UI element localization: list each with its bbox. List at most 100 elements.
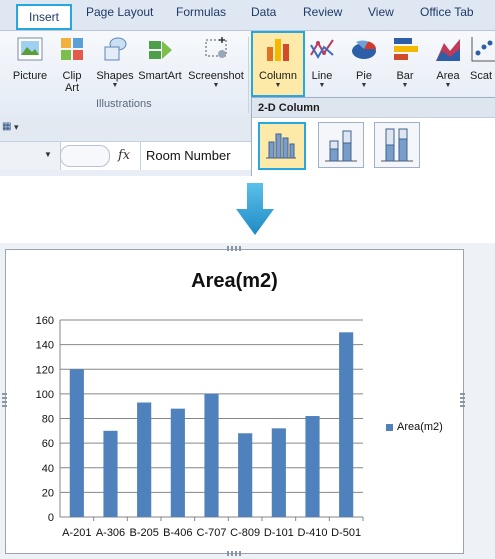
clip-art-label-line2: Art (64, 82, 80, 94)
bar-chart-button[interactable]: Bar ▼ (387, 35, 423, 89)
resize-handle-left[interactable] (2, 393, 7, 407)
y-tick-label: 160 (36, 315, 54, 327)
y-tick-label: 40 (42, 463, 54, 475)
scatter-label: Scat (470, 70, 493, 82)
column-dropdown-icon: ▼ (274, 82, 282, 89)
x-tick-label: C-809 (230, 527, 260, 539)
formula-divider (140, 142, 141, 170)
x-tick-label: B-406 (163, 527, 192, 539)
tab-formulas[interactable]: Formulas (176, 5, 226, 19)
screenshot-label: Screenshot (188, 70, 244, 82)
legend-label: Area(m2) (397, 421, 443, 433)
clip-art-icon (61, 38, 83, 60)
name-box-dropdown-icon: ▼ (44, 150, 52, 159)
clip-art-button[interactable]: Clip Art (56, 35, 88, 94)
screenshot-button[interactable]: Screenshot ▼ (186, 35, 246, 89)
column-chart[interactable]: 0 20 40 60 80 100 120 140 160 A-201 A-306 B-205 B-40… (6, 250, 463, 553)
x-tick-label: D-501 (331, 527, 361, 539)
legend-swatch (386, 423, 393, 431)
chart-bar (339, 332, 354, 517)
pie-label: Pie (356, 70, 372, 82)
sheet-grid-icon: ▦ (2, 121, 12, 132)
line-dropdown-icon: ▼ (318, 82, 326, 89)
formula-bar-expander[interactable] (60, 145, 110, 167)
chart-screenshot: Area(m2) 0 20 40 60 80 100 120 140 160 A-201 A-306… (0, 243, 495, 559)
smartart-label: SmartArt (138, 70, 182, 82)
column-chart-icon (267, 39, 289, 61)
column-button[interactable]: Column ▼ (253, 35, 303, 89)
x-tick-label: A-201 (62, 527, 91, 539)
y-tick-label: 80 (42, 414, 54, 426)
formula-bar: ▼ fx Room Number (0, 141, 252, 170)
y-tick-label: 60 (42, 438, 54, 450)
picture-button[interactable]: Picture (10, 35, 50, 82)
area-label: Area (436, 70, 460, 82)
chart-bar (170, 408, 185, 517)
area-chart-button[interactable]: Area ▼ (429, 35, 467, 89)
chart-area[interactable]: Area(m2) 0 20 40 60 80 100 120 140 160 A-201 A-306… (5, 249, 464, 554)
scatter-chart-icon (471, 37, 495, 62)
formula-input[interactable]: Room Number (146, 148, 231, 163)
stacked-column-option[interactable] (318, 122, 364, 168)
x-tick-label: D-410 (298, 527, 328, 539)
column-chart-gallery: 2-D Column (251, 97, 495, 176)
chart-bar (271, 428, 286, 517)
y-tick-label: 140 (36, 340, 54, 352)
stacked-column-icon (325, 130, 357, 162)
chart-bar (137, 402, 152, 517)
area-chart-icon (436, 39, 460, 61)
resize-handle-top[interactable] (227, 246, 241, 251)
shapes-button[interactable]: Shapes ▼ (94, 35, 136, 89)
x-tick-label: C-707 (197, 527, 227, 539)
y-tick-label: 0 (48, 512, 54, 524)
chart-bar (204, 393, 219, 517)
tab-review[interactable]: Review (303, 5, 342, 19)
percent-stacked-column-option[interactable] (374, 122, 420, 168)
insert-function-icon[interactable]: fx (118, 148, 130, 163)
picture-label: Picture (12, 70, 48, 82)
x-tick-label: D-101 (264, 527, 294, 539)
column-label: Column (259, 70, 297, 82)
screenshot-icon (205, 37, 227, 58)
quick-access-strip: ▦ ▾ (0, 115, 252, 142)
smartart-button[interactable]: SmartArt (137, 35, 183, 82)
chart-legend[interactable]: Area(m2) (386, 421, 443, 433)
resize-handle-right[interactable] (460, 393, 465, 407)
tab-view[interactable]: View (368, 5, 394, 19)
percent-stacked-column-icon (381, 128, 413, 162)
y-tick-label: 120 (36, 364, 54, 376)
tab-data[interactable]: Data (251, 5, 276, 19)
chart-bar (305, 416, 320, 517)
y-tick-label: 20 (42, 487, 54, 499)
tab-page-layout[interactable]: Page Layout (86, 5, 153, 19)
clip-art-label-line1: Clip (62, 70, 82, 82)
down-arrow-icon (236, 183, 274, 235)
name-box[interactable]: ▼ (0, 142, 61, 170)
tab-office-tab[interactable]: Office Tab (420, 5, 474, 19)
chart-bar (238, 433, 253, 517)
customize-toolbar-icon[interactable]: ▾ (14, 122, 19, 133)
shapes-icon (104, 37, 127, 61)
chart-bar (103, 430, 118, 517)
scatter-chart-button[interactable]: Scat (470, 35, 495, 82)
line-chart-icon (310, 39, 334, 59)
pie-chart-button[interactable]: Pie ▼ (345, 35, 383, 89)
pie-dropdown-icon: ▼ (360, 82, 368, 89)
bar-label: Bar (396, 70, 414, 82)
pie-chart-icon (352, 40, 377, 59)
line-label: Line (311, 70, 333, 82)
line-chart-button[interactable]: Line ▼ (305, 35, 339, 89)
bar-chart-icon (394, 38, 418, 60)
ribbon-separator (248, 37, 249, 113)
clustered-column-option[interactable] (258, 122, 306, 170)
picture-icon (17, 37, 43, 61)
y-tick-label: 100 (36, 389, 54, 401)
shapes-label: Shapes (96, 70, 134, 82)
illustrations-group-label: Illustrations (96, 98, 152, 110)
x-tick-label: A-306 (96, 527, 125, 539)
resize-handle-bottom[interactable] (227, 551, 241, 556)
tab-insert[interactable]: Insert (16, 4, 72, 30)
screenshot-dropdown-icon: ▼ (212, 82, 220, 89)
x-tick-label: B-205 (129, 527, 158, 539)
bar-dropdown-icon: ▼ (401, 82, 409, 89)
